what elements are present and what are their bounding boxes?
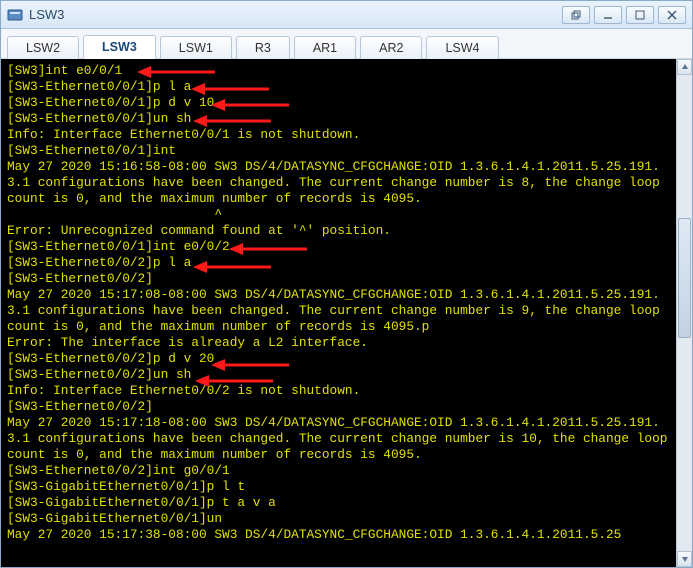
terminal-line: [SW3-GigabitEthernet0/0/1]p t a v a <box>7 495 670 511</box>
terminal-line: [SW3-Ethernet0/0/1]un sh <box>7 111 670 127</box>
terminal-line: [SW3-Ethernet0/0/2]p l a <box>7 255 670 271</box>
tab-lsw1[interactable]: LSW1 <box>160 36 232 59</box>
tab-lsw2[interactable]: LSW2 <box>7 36 79 59</box>
app-icon <box>7 7 23 23</box>
terminal-line: [SW3-Ethernet0/0/2] <box>7 271 670 287</box>
terminal-line: Info: Interface Ethernet0/0/1 is not shu… <box>7 127 670 143</box>
terminal-line: [SW3]int e0/0/1 <box>7 63 670 79</box>
window-title: LSW3 <box>29 7 64 22</box>
maximize-button[interactable] <box>626 6 654 24</box>
terminal-line: [SW3-Ethernet0/0/1]int <box>7 143 670 159</box>
tab-ar2[interactable]: AR2 <box>360 36 422 59</box>
titlebar: LSW3 <box>1 1 692 29</box>
terminal-line: May 27 2020 15:17:18-08:00 SW3 DS/4/DATA… <box>7 415 670 463</box>
terminal-line: [SW3-Ethernet0/0/1]int e0/0/2 <box>7 239 670 255</box>
terminal-output[interactable]: [SW3]int e0/0/1[SW3-Ethernet0/0/1]p l a[… <box>1 59 676 567</box>
terminal-line: [SW3-Ethernet0/0/1]p l a <box>7 79 670 95</box>
terminal-line: May 27 2020 15:17:38-08:00 SW3 DS/4/DATA… <box>7 527 670 543</box>
terminal-pane: [SW3]int e0/0/1[SW3-Ethernet0/0/1]p l a[… <box>1 59 692 567</box>
terminal-line: [SW3-Ethernet0/0/2]un sh <box>7 367 670 383</box>
app-window: LSW3 LSW2LSW3LSW1R3AR1AR2LSW4 [SW3]int e… <box>0 0 693 568</box>
terminal-line: Info: Interface Ethernet0/0/2 is not shu… <box>7 383 670 399</box>
tab-lsw3[interactable]: LSW3 <box>83 35 156 59</box>
scroll-up-button[interactable] <box>677 59 692 75</box>
terminal-line: May 27 2020 15:16:58-08:00 SW3 DS/4/DATA… <box>7 159 670 207</box>
scroll-track[interactable] <box>677 75 692 551</box>
terminal-line: ^ <box>7 207 670 223</box>
close-button[interactable] <box>658 6 686 24</box>
scrollbar[interactable] <box>676 59 692 567</box>
popout-button[interactable] <box>562 6 590 24</box>
scroll-thumb[interactable] <box>678 218 691 338</box>
tabbar: LSW2LSW3LSW1R3AR1AR2LSW4 <box>1 29 692 59</box>
tab-ar1[interactable]: AR1 <box>294 36 356 59</box>
terminal-line: [SW3-Ethernet0/0/1]p d v 10 <box>7 95 670 111</box>
terminal-line: [SW3-GigabitEthernet0/0/1]un <box>7 511 670 527</box>
terminal-line: [SW3-GigabitEthernet0/0/1]p l t <box>7 479 670 495</box>
terminal-line: [SW3-Ethernet0/0/2]p d v 20 <box>7 351 670 367</box>
terminal-line: [SW3-Ethernet0/0/2]int g0/0/1 <box>7 463 670 479</box>
terminal-line: Error: The interface is already a L2 int… <box>7 335 670 351</box>
terminal-line: May 27 2020 15:17:08-08:00 SW3 DS/4/DATA… <box>7 287 670 335</box>
scroll-down-button[interactable] <box>677 551 692 567</box>
terminal-line: [SW3-Ethernet0/0/2] <box>7 399 670 415</box>
terminal-line: Error: Unrecognized command found at '^'… <box>7 223 670 239</box>
tab-lsw4[interactable]: LSW4 <box>426 36 498 59</box>
minimize-button[interactable] <box>594 6 622 24</box>
tab-r3[interactable]: R3 <box>236 36 290 59</box>
